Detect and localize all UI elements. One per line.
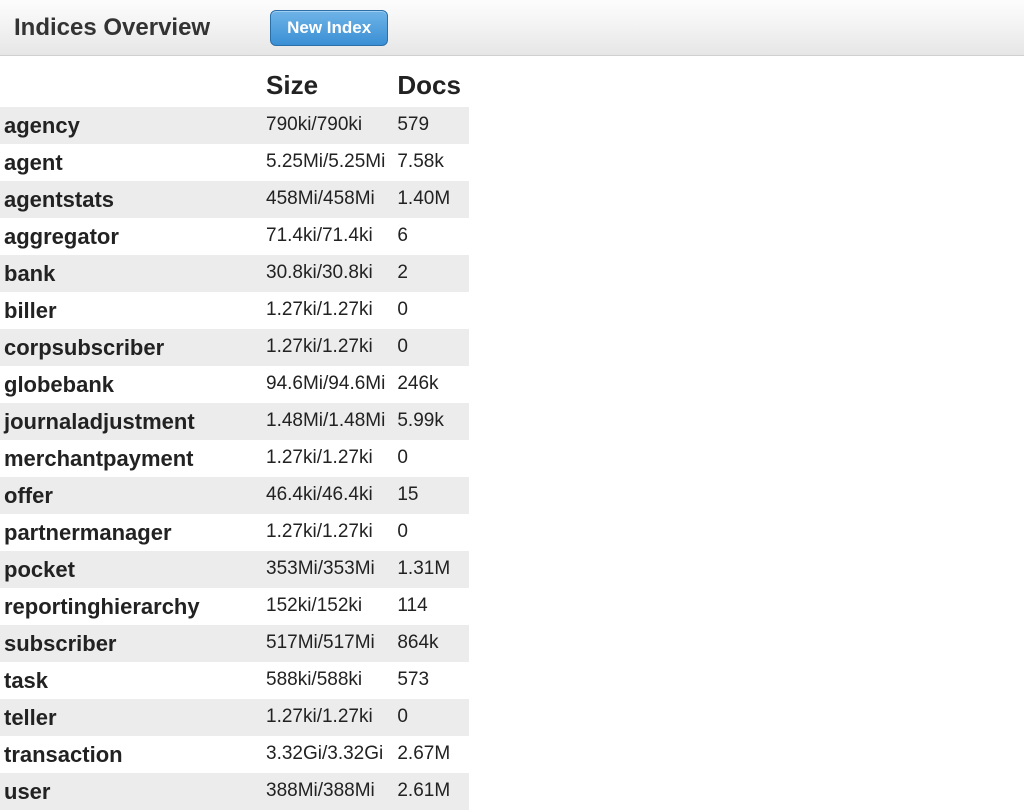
table-row: bank30.8ki/30.8ki2 [0,255,469,292]
index-docs: 2.67M [393,736,469,773]
index-docs: 5.99k [393,403,469,440]
page-title: Indices Overview [14,14,210,42]
index-name[interactable]: aggregator [0,218,262,255]
index-size: 152ki/152ki [262,588,393,625]
index-size: 353Mi/353Mi [262,551,393,588]
index-docs: 0 [393,440,469,477]
index-docs: 15 [393,477,469,514]
index-docs: 1.31M [393,551,469,588]
index-name[interactable]: biller [0,292,262,329]
index-docs: 579 [393,107,469,144]
table-row: biller1.27ki/1.27ki0 [0,292,469,329]
index-docs: 2.61M [393,773,469,810]
index-size: 458Mi/458Mi [262,181,393,218]
index-size: 790ki/790ki [262,107,393,144]
index-name[interactable]: bank [0,255,262,292]
table-row: journaladjustment1.48Mi/1.48Mi5.99k [0,403,469,440]
table-row: globebank94.6Mi/94.6Mi246k [0,366,469,403]
header-bar: Indices Overview New Index [0,0,1024,56]
table-row: aggregator71.4ki/71.4ki6 [0,218,469,255]
index-name[interactable]: reportinghierarchy [0,588,262,625]
index-name[interactable]: journaladjustment [0,403,262,440]
index-name[interactable]: globebank [0,366,262,403]
index-size: 46.4ki/46.4ki [262,477,393,514]
index-name[interactable]: subscriber [0,625,262,662]
index-size: 1.27ki/1.27ki [262,329,393,366]
index-size: 94.6Mi/94.6Mi [262,366,393,403]
table-header-row: Size Docs [0,60,469,107]
table-row: user388Mi/388Mi2.61M [0,773,469,810]
index-name[interactable]: teller [0,699,262,736]
table-row: teller1.27ki/1.27ki0 [0,699,469,736]
table-row: merchantpayment1.27ki/1.27ki0 [0,440,469,477]
table-row: subscriber517Mi/517Mi864k [0,625,469,662]
index-docs: 246k [393,366,469,403]
table-row: agent5.25Mi/5.25Mi7.58k [0,144,469,181]
index-name[interactable]: pocket [0,551,262,588]
index-size: 1.27ki/1.27ki [262,514,393,551]
index-name[interactable]: agent [0,144,262,181]
table-row: offer46.4ki/46.4ki15 [0,477,469,514]
index-docs: 7.58k [393,144,469,181]
table-row: transaction3.32Gi/3.32Gi2.67M [0,736,469,773]
table-row: agentstats458Mi/458Mi1.40M [0,181,469,218]
index-size: 588ki/588ki [262,662,393,699]
table-row: pocket353Mi/353Mi1.31M [0,551,469,588]
index-size: 30.8ki/30.8ki [262,255,393,292]
index-docs: 573 [393,662,469,699]
index-docs: 2 [393,255,469,292]
col-size-header: Size [262,60,393,107]
index-docs: 1.40M [393,181,469,218]
index-name[interactable]: corpsubscriber [0,329,262,366]
index-name[interactable]: agentstats [0,181,262,218]
table-row: partnermanager1.27ki/1.27ki0 [0,514,469,551]
col-name-header [0,60,262,107]
index-size: 5.25Mi/5.25Mi [262,144,393,181]
new-index-button[interactable]: New Index [270,10,388,46]
col-docs-header: Docs [393,60,469,107]
index-size: 71.4ki/71.4ki [262,218,393,255]
table-row: agency790ki/790ki579 [0,107,469,144]
index-size: 3.32Gi/3.32Gi [262,736,393,773]
index-size: 1.48Mi/1.48Mi [262,403,393,440]
index-name[interactable]: user [0,773,262,810]
table-row: corpsubscriber1.27ki/1.27ki0 [0,329,469,366]
indices-table: Size Docs agency790ki/790ki579agent5.25M… [0,60,469,810]
table-row: reportinghierarchy152ki/152ki114 [0,588,469,625]
index-size: 1.27ki/1.27ki [262,699,393,736]
index-size: 517Mi/517Mi [262,625,393,662]
index-name[interactable]: partnermanager [0,514,262,551]
index-name[interactable]: merchantpayment [0,440,262,477]
table-row: task588ki/588ki573 [0,662,469,699]
index-size: 1.27ki/1.27ki [262,292,393,329]
index-name[interactable]: offer [0,477,262,514]
index-docs: 0 [393,514,469,551]
index-name[interactable]: task [0,662,262,699]
index-name[interactable]: agency [0,107,262,144]
index-name[interactable]: transaction [0,736,262,773]
index-docs: 0 [393,292,469,329]
index-docs: 864k [393,625,469,662]
index-size: 1.27ki/1.27ki [262,440,393,477]
index-docs: 6 [393,218,469,255]
index-size: 388Mi/388Mi [262,773,393,810]
index-docs: 114 [393,588,469,625]
index-docs: 0 [393,329,469,366]
index-docs: 0 [393,699,469,736]
